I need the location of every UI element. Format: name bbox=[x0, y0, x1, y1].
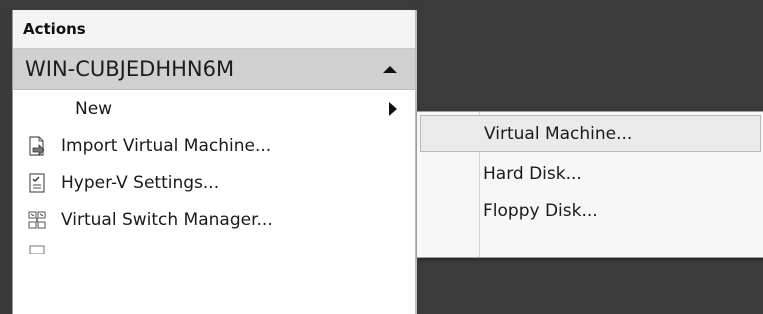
new-submenu: Virtual Machine... Hard Disk... Floppy D… bbox=[416, 111, 763, 258]
actions-header: Actions bbox=[13, 10, 415, 49]
server-name: WIN-CUBJEDHHN6M bbox=[25, 57, 235, 81]
action-import-label: Import Virtual Machine... bbox=[61, 135, 272, 156]
submenu-item-hard-disk[interactable]: Hard Disk... bbox=[417, 155, 763, 192]
action-settings-label: Hyper-V Settings... bbox=[61, 172, 220, 193]
action-hyperv-settings[interactable]: Hyper-V Settings... bbox=[13, 164, 415, 201]
submenu-item-virtual-machine-label: Virtual Machine... bbox=[484, 123, 633, 144]
collapse-arrow-icon[interactable] bbox=[383, 65, 397, 73]
action-new[interactable]: New bbox=[13, 90, 415, 127]
submenu-arrow-icon bbox=[389, 102, 397, 116]
action-new-label: New bbox=[75, 98, 113, 119]
submenu-item-floppy-disk-label: Floppy Disk... bbox=[483, 200, 598, 221]
settings-icon bbox=[27, 172, 47, 193]
partial-item-icon bbox=[27, 238, 47, 258]
submenu-item-floppy-disk[interactable]: Floppy Disk... bbox=[417, 192, 763, 229]
action-import-virtual-machine[interactable]: Import Virtual Machine... bbox=[13, 127, 415, 164]
switch-manager-icon bbox=[27, 210, 47, 230]
server-section-header[interactable]: WIN-CUBJEDHHN6M bbox=[13, 49, 415, 90]
import-vm-icon bbox=[27, 135, 47, 156]
action-switch-label: Virtual Switch Manager... bbox=[61, 209, 273, 230]
actions-pane: Actions WIN-CUBJEDHHN6M New Import Virtu… bbox=[12, 10, 417, 314]
submenu-item-hard-disk-label: Hard Disk... bbox=[483, 163, 582, 184]
blank-icon bbox=[27, 99, 47, 119]
action-virtual-switch-manager[interactable]: Virtual Switch Manager... bbox=[13, 201, 415, 238]
action-partial-next[interactable] bbox=[13, 238, 415, 258]
background-strip bbox=[0, 0, 414, 10]
submenu-item-virtual-machine[interactable]: Virtual Machine... bbox=[420, 115, 761, 152]
